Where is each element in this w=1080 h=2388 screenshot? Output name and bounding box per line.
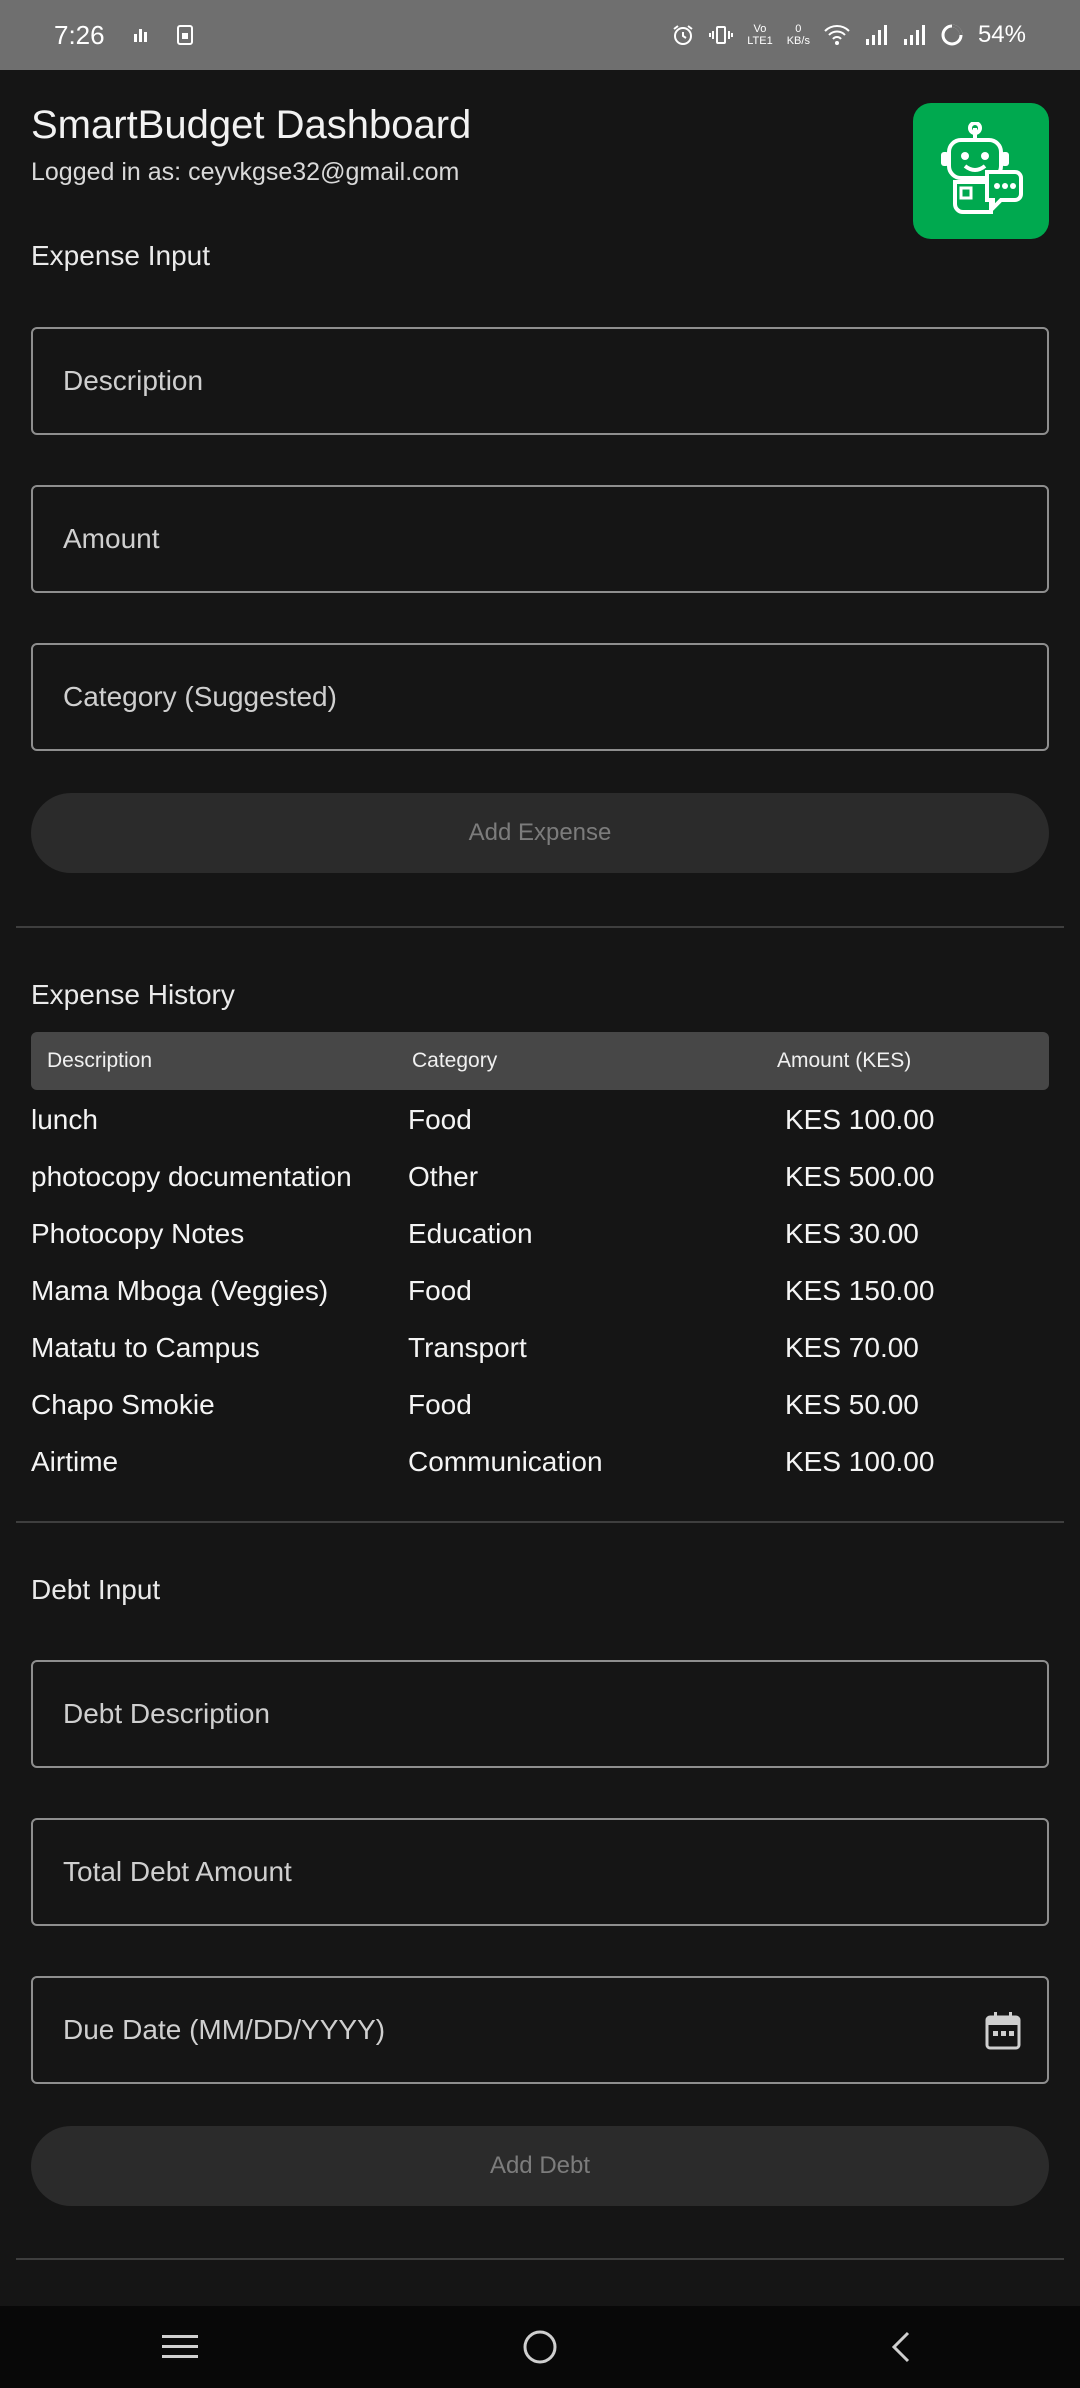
debt-input-title: Debt Input — [31, 1574, 161, 1605]
add-expense-button[interactable]: Add Expense — [31, 793, 1049, 873]
net-speed-value: 0 — [795, 23, 802, 35]
net-speed: 0 KB/s — [787, 23, 810, 47]
expense-history-title: Expense History — [31, 979, 235, 1010]
battery-icon — [940, 23, 964, 47]
cell-signal-2-icon — [902, 24, 926, 46]
back-icon — [891, 2331, 910, 2363]
expense-description-placeholder: Description — [63, 365, 204, 396]
row-amount: KES 100.00 — [785, 1446, 935, 1477]
cell-signal-icon — [864, 24, 888, 46]
row-description: Mama Mboga (Veggies) — [31, 1275, 329, 1306]
expense-input-title: Expense Input — [31, 240, 211, 271]
assistant-button[interactable] — [913, 103, 1049, 239]
column-header-description: Description — [47, 1049, 153, 1072]
column-header-category: Category — [412, 1049, 498, 1072]
robot-chat-icon — [941, 122, 1023, 214]
status-bar: 7:26 Vo LTE1 0 KB/s 54% — [0, 0, 1080, 70]
lte-label: LTE1 — [747, 35, 773, 47]
home-button[interactable] — [490, 2317, 590, 2377]
recents-icon — [162, 2335, 198, 2358]
calendar-icon[interactable] — [985, 2012, 1021, 2057]
row-description: Chapo Smokie — [31, 1389, 215, 1420]
signal-bars-icon — [133, 27, 149, 43]
row-category: Food — [408, 1275, 472, 1306]
table-row: Mama Mboga (Veggies) Food KES 150.00 — [31, 1271, 1049, 1328]
divider — [16, 926, 1064, 928]
home-icon — [523, 2330, 557, 2364]
row-category: Transport — [408, 1332, 527, 1363]
expense-description-field[interactable]: Description — [31, 327, 1049, 435]
add-debt-button[interactable]: Add Debt — [31, 2126, 1049, 2206]
row-amount: KES 150.00 — [785, 1275, 935, 1306]
row-amount: KES 500.00 — [785, 1161, 935, 1192]
row-description: photocopy documentation — [31, 1161, 352, 1192]
row-category: Food — [408, 1389, 472, 1420]
net-speed-unit: KB/s — [786, 35, 810, 47]
expense-category-placeholder: Category (Suggested) — [63, 681, 337, 712]
sim-card-icon — [176, 25, 193, 45]
due-date-field[interactable]: Due Date (MM/DD/YYYY) — [31, 1976, 1049, 2084]
row-category: Communication — [408, 1446, 603, 1477]
row-amount: KES 70.00 — [785, 1332, 919, 1363]
column-header-amount: Amount (KES) — [777, 1049, 912, 1072]
recents-button[interactable] — [130, 2317, 230, 2377]
back-button[interactable] — [850, 2317, 950, 2377]
row-description: lunch — [31, 1104, 98, 1135]
row-category: Other — [408, 1161, 479, 1192]
expense-category-field[interactable]: Category (Suggested) — [31, 643, 1049, 751]
table-row: photocopy documentation Other KES 500.00 — [31, 1157, 1049, 1214]
volte-indicator: Vo LTE1 — [747, 23, 772, 47]
table-row: lunch Food KES 100.00 — [31, 1100, 1049, 1157]
expense-amount-field[interactable]: Amount — [31, 485, 1049, 593]
row-category: Food — [408, 1104, 472, 1135]
due-date-placeholder: Due Date (MM/DD/YYYY) — [63, 2014, 386, 2045]
page-title: SmartBudget Dashboard — [31, 103, 472, 147]
system-nav-bar — [0, 2306, 1080, 2388]
expense-amount-placeholder: Amount — [63, 523, 160, 554]
vibrate-icon — [709, 23, 734, 47]
dashboard-header: SmartBudget Dashboard Logged in as: ceyv… — [31, 100, 1049, 240]
table-row: Airtime Communication KES 100.00 — [31, 1442, 1049, 1499]
debt-description-placeholder: Debt Description — [63, 1698, 270, 1729]
logged-in-label: Logged in as: ceyvkgse32@gmail.com — [31, 158, 460, 186]
table-row: Photocopy Notes Education KES 30.00 — [31, 1214, 1049, 1271]
row-category: Education — [408, 1218, 533, 1249]
table-row: Matatu to Campus Transport KES 70.00 — [31, 1328, 1049, 1385]
row-amount: KES 50.00 — [785, 1389, 919, 1420]
debt-amount-field[interactable]: Total Debt Amount — [31, 1818, 1049, 1926]
table-header: Description Category Amount (KES) — [31, 1032, 1049, 1090]
divider — [16, 1521, 1064, 1523]
wifi-icon — [824, 24, 850, 46]
status-time: 7:26 — [54, 19, 105, 50]
expense-table-body: lunch Food KES 100.00 photocopy document… — [31, 1100, 1049, 1499]
row-description: Matatu to Campus — [31, 1332, 260, 1363]
row-amount: KES 30.00 — [785, 1218, 919, 1249]
debt-description-field[interactable]: Debt Description — [31, 1660, 1049, 1768]
alarm-icon — [671, 23, 695, 47]
table-row: Chapo Smokie Food KES 50.00 — [31, 1385, 1049, 1442]
battery-percent: 54% — [977, 21, 1026, 48]
row-description: Airtime — [31, 1446, 119, 1477]
volte-label: Vo — [753, 23, 767, 35]
divider — [16, 2258, 1064, 2260]
row-amount: KES 100.00 — [785, 1104, 935, 1135]
debt-amount-placeholder: Total Debt Amount — [63, 1856, 292, 1887]
row-description: Photocopy Notes — [31, 1218, 245, 1249]
